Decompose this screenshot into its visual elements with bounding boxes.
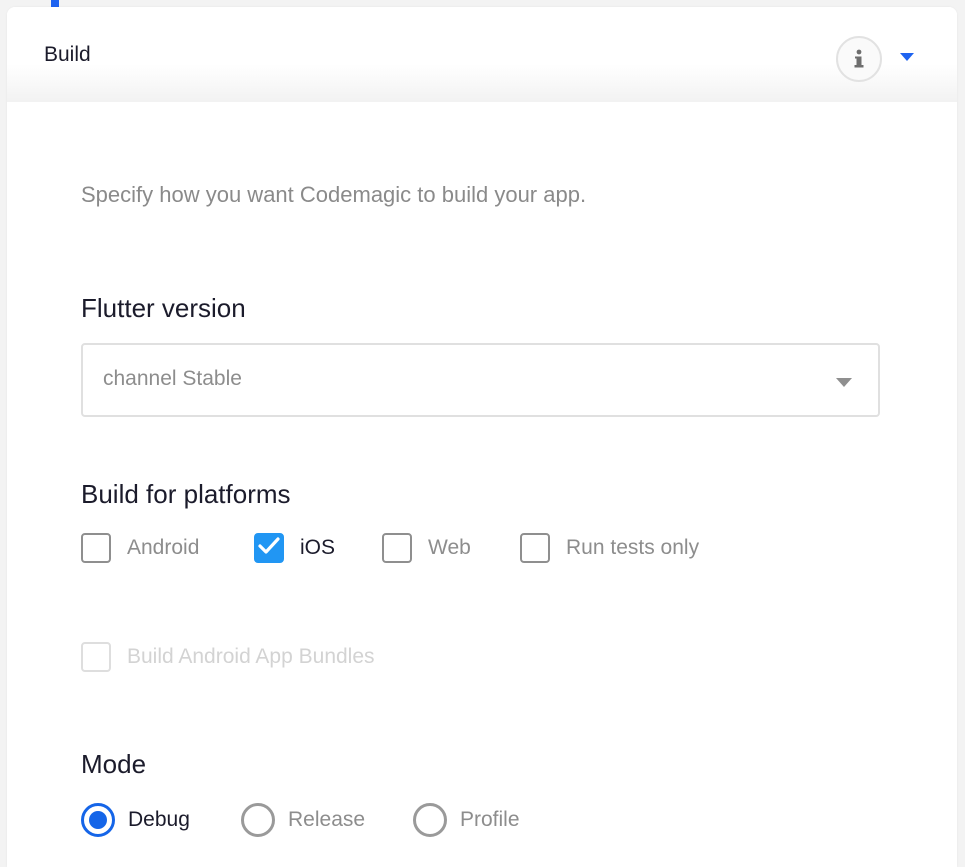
checkbox-label: Run tests only (566, 536, 700, 559)
checkbox-label: Build Android App Bundles (127, 645, 375, 668)
radio-debug[interactable]: Debug (81, 803, 190, 837)
radio-dot (89, 811, 107, 829)
checkbox-box[interactable] (81, 533, 111, 563)
platform-checkboxes: Android iOS Web Run tests only (81, 533, 881, 569)
checkmark-icon (258, 536, 280, 560)
checkbox-box[interactable] (382, 533, 412, 563)
checkbox-label: iOS (300, 536, 336, 559)
radio-button-selected[interactable] (81, 803, 115, 837)
radio-label: Debug (128, 808, 190, 831)
card-header[interactable]: Build (7, 7, 957, 102)
mode-label: Mode (81, 749, 147, 779)
platforms-label: Build for platforms (81, 479, 291, 509)
info-button[interactable] (836, 36, 882, 82)
radio-button[interactable] (413, 803, 447, 837)
checkbox-web[interactable]: Web (382, 533, 471, 563)
section-description: Specify how you want Codemagic to build … (81, 182, 587, 207)
bundles-row: Build Android App Bundles (81, 642, 881, 678)
checkbox-ios[interactable]: iOS (254, 533, 335, 563)
chevron-down-icon (836, 375, 852, 387)
checkbox-label: Web (428, 536, 471, 559)
flutter-version-select[interactable]: channel Stable (81, 343, 880, 417)
flutter-version-value: channel Stable (103, 367, 242, 390)
caret-down-icon (900, 48, 914, 66)
info-icon (852, 49, 866, 69)
flutter-version-label: Flutter version (81, 293, 246, 323)
checkbox-run-tests-only[interactable]: Run tests only (520, 533, 699, 563)
collapse-toggle-button[interactable] (897, 49, 917, 65)
checkbox-android[interactable]: Android (81, 533, 199, 563)
radio-release[interactable]: Release (241, 803, 365, 837)
radio-label: Profile (460, 808, 520, 831)
radio-profile[interactable]: Profile (413, 803, 520, 837)
mode-radio-group: Debug Release Profile (81, 803, 681, 839)
checkbox-box[interactable] (520, 533, 550, 563)
section-title: Build (44, 43, 91, 66)
build-settings-card: Build Specify how you want Codemagic to … (7, 7, 957, 867)
radio-label: Release (288, 808, 366, 831)
checkbox-label: Android (127, 536, 200, 559)
checkbox-build-android-app-bundles: Build Android App Bundles (81, 642, 375, 672)
radio-button[interactable] (241, 803, 275, 837)
checkbox-box-disabled (81, 642, 111, 672)
checkbox-box-checked[interactable] (254, 533, 284, 563)
